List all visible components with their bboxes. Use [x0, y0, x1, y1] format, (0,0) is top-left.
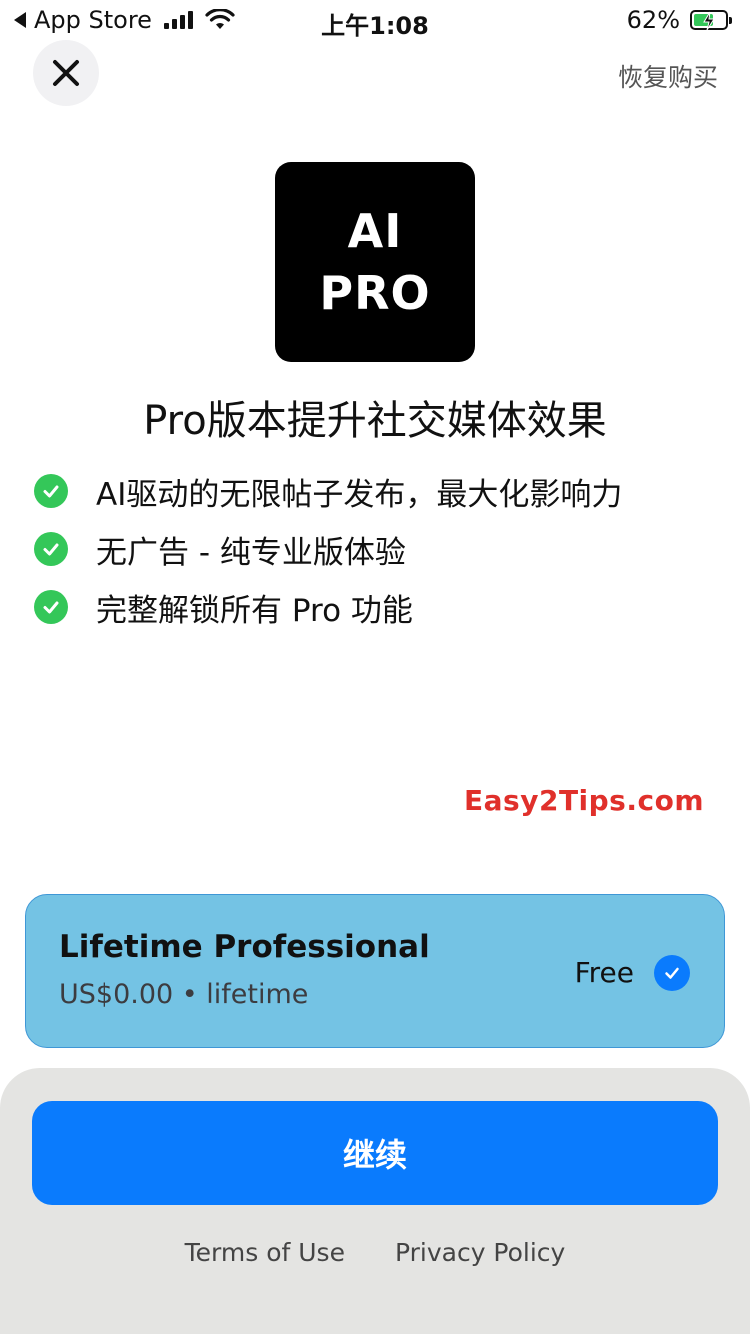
battery-status: 62% [626, 6, 732, 34]
battery-cap [729, 17, 732, 24]
plan-option-lifetime[interactable]: Lifetime Professional US$0.00 • lifetime… [25, 894, 725, 1048]
continue-button[interactable]: 继续 [32, 1101, 718, 1205]
checkmark-icon [34, 590, 68, 624]
restore-purchases-link[interactable]: 恢复购买 [618, 58, 718, 94]
plan-name: Lifetime Professional [59, 929, 430, 965]
terms-of-use-link[interactable]: Terms of Use [185, 1238, 345, 1267]
watermark-text: Easy2Tips.com [464, 784, 704, 817]
list-item: 无广告 - 纯专业版体验 [34, 520, 724, 578]
checkmark-icon [34, 532, 68, 566]
status-bar: App Store 上午1:08 62% [0, 0, 750, 42]
privacy-policy-link[interactable]: Privacy Policy [395, 1238, 565, 1267]
list-item: AI驱动的无限帖子发布，最大化影响力 [34, 462, 724, 520]
feature-text: AI驱动的无限帖子发布，最大化影响力 [96, 476, 623, 513]
bottom-action-panel: 继续 Terms of Use Privacy Policy [0, 1068, 750, 1334]
close-button[interactable] [33, 40, 99, 106]
battery-percent: 62% [626, 6, 680, 34]
feature-text: 完整解锁所有 Pro 功能 [96, 592, 413, 629]
list-item: 完整解锁所有 Pro 功能 [34, 578, 724, 636]
app-logo: AI PRO [275, 162, 475, 362]
logo-line-pro: PRO [319, 266, 431, 320]
feature-list: AI驱动的无限帖子发布，最大化影响力 无广告 - 纯专业版体验 完整解锁所有 P… [34, 462, 724, 636]
checkmark-icon [34, 474, 68, 508]
battery-icon [690, 10, 732, 31]
charging-bolt-icon [703, 11, 715, 31]
logo-line-ai: AI [347, 204, 403, 258]
plan-price: US$0.00 • lifetime [59, 979, 309, 1010]
page-title: Pro版本提升社交媒体效果 [143, 398, 607, 444]
paywall-screen: App Store 上午1:08 62% 恢复购买 AI PRO Pro版本提升… [0, 0, 750, 1334]
feature-text: 无广告 - 纯专业版体验 [96, 534, 406, 571]
close-icon [53, 60, 79, 86]
plan-price-badge: Free [574, 956, 634, 989]
legal-links: Terms of Use Privacy Policy [0, 1238, 750, 1267]
selected-check-icon [654, 955, 690, 991]
